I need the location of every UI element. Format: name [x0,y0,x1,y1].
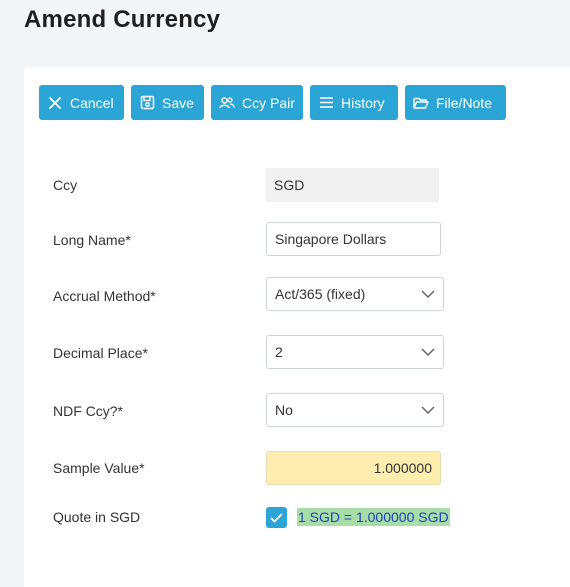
decimal-place-label: Decimal Place* [53,345,148,361]
ccy-pair-button[interactable]: Ccy Pair [211,85,303,120]
folder-open-icon [413,95,429,111]
quote-in-checkbox[interactable] [266,507,287,528]
sample-value-input[interactable]: 1.000000 [266,451,441,485]
amend-currency-panel: Cancel Save Ccy Pair History File/Note C… [24,67,570,587]
list-icon [318,95,334,111]
file-note-label: File/Note [436,94,493,111]
ndf-ccy-select[interactable]: No [266,393,444,427]
history-label: History [341,94,385,111]
accrual-method-value: Act/365 (fixed) [275,286,366,302]
floppy-disk-icon [139,95,155,111]
quote-rate-text: 1 SGD = 1.000000 SGD [297,508,450,526]
file-note-button[interactable]: File/Note [405,85,506,120]
close-icon [47,95,63,111]
cancel-button[interactable]: Cancel [39,85,124,120]
save-button[interactable]: Save [131,85,204,120]
save-label: Save [162,94,194,111]
decimal-place-select[interactable]: 2 [266,335,444,369]
long-name-input[interactable]: Singapore Dollars [266,222,441,256]
ndf-ccy-label: NDF Ccy?* [53,403,124,419]
chevron-down-icon [421,287,435,301]
sample-value-label: Sample Value* [53,460,145,476]
accrual-method-label: Accrual Method* [53,288,156,304]
accrual-method-select[interactable]: Act/365 (fixed) [266,277,444,311]
ccy-label: Ccy [53,177,78,193]
chevron-down-icon [421,403,435,417]
users-icon [219,95,235,111]
quote-in-label: Quote in SGD [53,509,141,525]
page-title: Amend Currency [24,6,221,33]
ccy-field: SGD [266,168,439,202]
ndf-ccy-value: No [275,402,293,418]
chevron-down-icon [421,345,435,359]
decimal-place-value: 2 [275,344,283,360]
checkmark-icon [270,512,283,523]
long-name-label: Long Name* [53,232,131,248]
history-button[interactable]: History [310,85,398,120]
cancel-label: Cancel [70,94,114,111]
ccy-pair-label: Ccy Pair [242,94,295,111]
